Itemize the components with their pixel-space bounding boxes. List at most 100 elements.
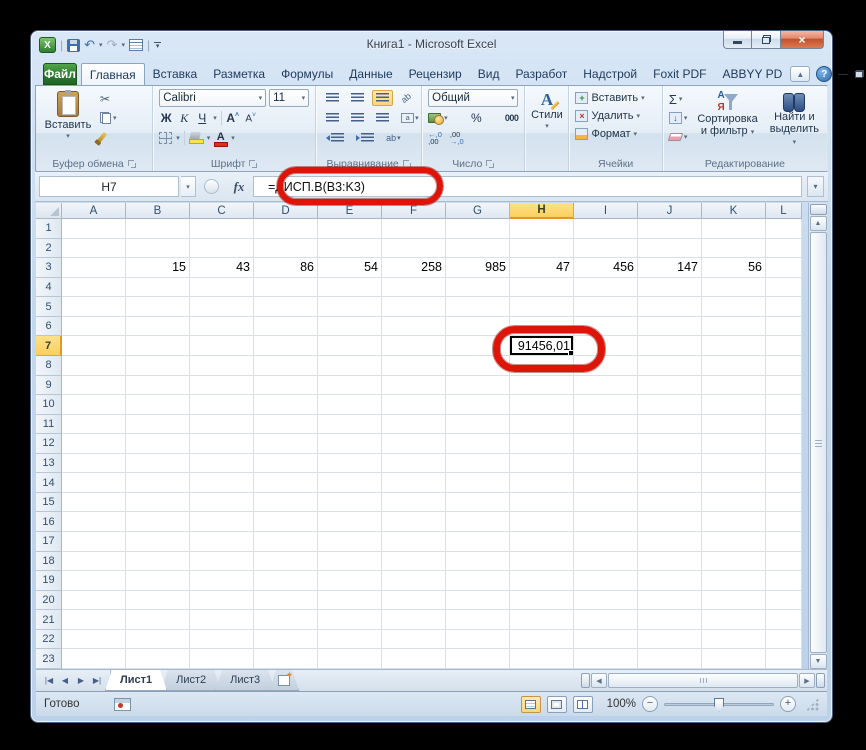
cell-I11[interactable] <box>574 415 638 435</box>
cell-G11[interactable] <box>446 415 510 435</box>
find-select-button[interactable]: Найти и выделить ▾ <box>766 89 823 156</box>
cell-K19[interactable] <box>702 571 766 591</box>
zoom-in-button[interactable]: + <box>780 696 796 712</box>
vertical-scrollbar[interactable]: ▲ ▼ <box>808 203 827 669</box>
shrink-font-button[interactable]: А <box>244 112 258 124</box>
cell-E5[interactable] <box>318 297 382 317</box>
align-bottom-button[interactable] <box>372 90 393 106</box>
cell-C3[interactable]: 43 <box>190 258 254 278</box>
cell-H15[interactable] <box>510 493 574 513</box>
cell-H16[interactable] <box>510 512 574 532</box>
clear-button[interactable]: ▾ <box>667 129 690 145</box>
cell-F21[interactable] <box>382 610 446 630</box>
row-header-23[interactable]: 23 <box>36 649 62 669</box>
cell-A5[interactable] <box>62 297 126 317</box>
cell-G18[interactable] <box>446 552 510 572</box>
cell-A14[interactable] <box>62 473 126 493</box>
cell-E6[interactable] <box>318 317 382 337</box>
cell-C5[interactable] <box>190 297 254 317</box>
row-header-3[interactable]: 3 <box>36 258 62 278</box>
tab-split-handle[interactable] <box>581 673 590 688</box>
cell-I4[interactable] <box>574 278 638 298</box>
dialog-launcher-icon[interactable] <box>486 160 494 168</box>
font-size-combo[interactable]: 11▾ <box>269 89 309 107</box>
font-name-combo[interactable]: Calibri▾ <box>159 89 266 107</box>
first-sheet-icon[interactable]: |◀ <box>42 676 56 685</box>
cell-C22[interactable] <box>190 630 254 650</box>
row-header-8[interactable]: 8 <box>36 356 62 376</box>
cell-J9[interactable] <box>638 376 702 396</box>
prev-sheet-icon[interactable]: ◀ <box>58 676 72 685</box>
cell-F16[interactable] <box>382 512 446 532</box>
cell-H23[interactable] <box>510 649 574 669</box>
cell-A12[interactable] <box>62 434 126 454</box>
cell-A4[interactable] <box>62 278 126 298</box>
row-header-21[interactable]: 21 <box>36 610 62 630</box>
cell-K15[interactable] <box>702 493 766 513</box>
decrease-indent-button[interactable] <box>322 130 348 146</box>
cell-C11[interactable] <box>190 415 254 435</box>
cell-L19[interactable] <box>766 571 802 591</box>
cell-L2[interactable] <box>766 239 802 259</box>
cell-F6[interactable] <box>382 317 446 337</box>
cell-B11[interactable] <box>126 415 190 435</box>
row-header-15[interactable]: 15 <box>36 493 62 513</box>
tab-вид[interactable]: Вид <box>470 63 508 85</box>
align-middle-button[interactable] <box>347 90 368 106</box>
resize-grip[interactable] <box>806 698 819 711</box>
cell-K17[interactable] <box>702 532 766 552</box>
insert-function-button[interactable]: fx <box>227 179 251 195</box>
cell-E15[interactable] <box>318 493 382 513</box>
formula-bar-circle-button[interactable] <box>204 179 219 194</box>
cell-K1[interactable] <box>702 219 766 239</box>
cell-L17[interactable] <box>766 532 802 552</box>
cell-K11[interactable] <box>702 415 766 435</box>
autosum-button[interactable]: Σ▾ <box>667 91 690 107</box>
cell-G1[interactable] <box>446 219 510 239</box>
minimize-button[interactable] <box>723 31 752 49</box>
fill-button[interactable]: ↓▾ <box>667 110 690 126</box>
row-header-6[interactable]: 6 <box>36 317 62 337</box>
cell-A21[interactable] <box>62 610 126 630</box>
cell-D15[interactable] <box>254 493 318 513</box>
horizontal-scrollbar[interactable]: ◀ ▶ <box>579 670 827 691</box>
cell-A15[interactable] <box>62 493 126 513</box>
cell-E22[interactable] <box>318 630 382 650</box>
cell-F2[interactable] <box>382 239 446 259</box>
cell-H5[interactable] <box>510 297 574 317</box>
cell-B16[interactable] <box>126 512 190 532</box>
cell-L14[interactable] <box>766 473 802 493</box>
cell-L1[interactable] <box>766 219 802 239</box>
cell-F18[interactable] <box>382 552 446 572</box>
cell-I16[interactable] <box>574 512 638 532</box>
cell-A20[interactable] <box>62 591 126 611</box>
cell-I21[interactable] <box>574 610 638 630</box>
cell-J22[interactable] <box>638 630 702 650</box>
cell-B13[interactable] <box>126 454 190 474</box>
cell-B12[interactable] <box>126 434 190 454</box>
cell-K2[interactable] <box>702 239 766 259</box>
zoom-slider[interactable] <box>664 703 774 706</box>
cell-L12[interactable] <box>766 434 802 454</box>
cell-K14[interactable] <box>702 473 766 493</box>
cell-I5[interactable] <box>574 297 638 317</box>
cell-G19[interactable] <box>446 571 510 591</box>
cell-I14[interactable] <box>574 473 638 493</box>
cell-D22[interactable] <box>254 630 318 650</box>
column-header-C[interactable]: C <box>190 203 254 219</box>
cell-F4[interactable] <box>382 278 446 298</box>
row-header-18[interactable]: 18 <box>36 552 62 572</box>
cell-A1[interactable] <box>62 219 126 239</box>
cell-A19[interactable] <box>62 571 126 591</box>
row-header-10[interactable]: 10 <box>36 395 62 415</box>
delete-cells-button[interactable]: ×Удалить▾ <box>575 107 655 124</box>
cell-I9[interactable] <box>574 376 638 396</box>
cell-E16[interactable] <box>318 512 382 532</box>
tab-рецензир[interactable]: Рецензир <box>401 63 470 85</box>
cell-I12[interactable] <box>574 434 638 454</box>
vertical-scroll-thumb[interactable] <box>810 232 827 653</box>
sheet-tab-лист3[interactable]: Лист3 <box>215 670 275 691</box>
cell-C2[interactable] <box>190 239 254 259</box>
cell-F22[interactable] <box>382 630 446 650</box>
cell-J8[interactable] <box>638 356 702 376</box>
